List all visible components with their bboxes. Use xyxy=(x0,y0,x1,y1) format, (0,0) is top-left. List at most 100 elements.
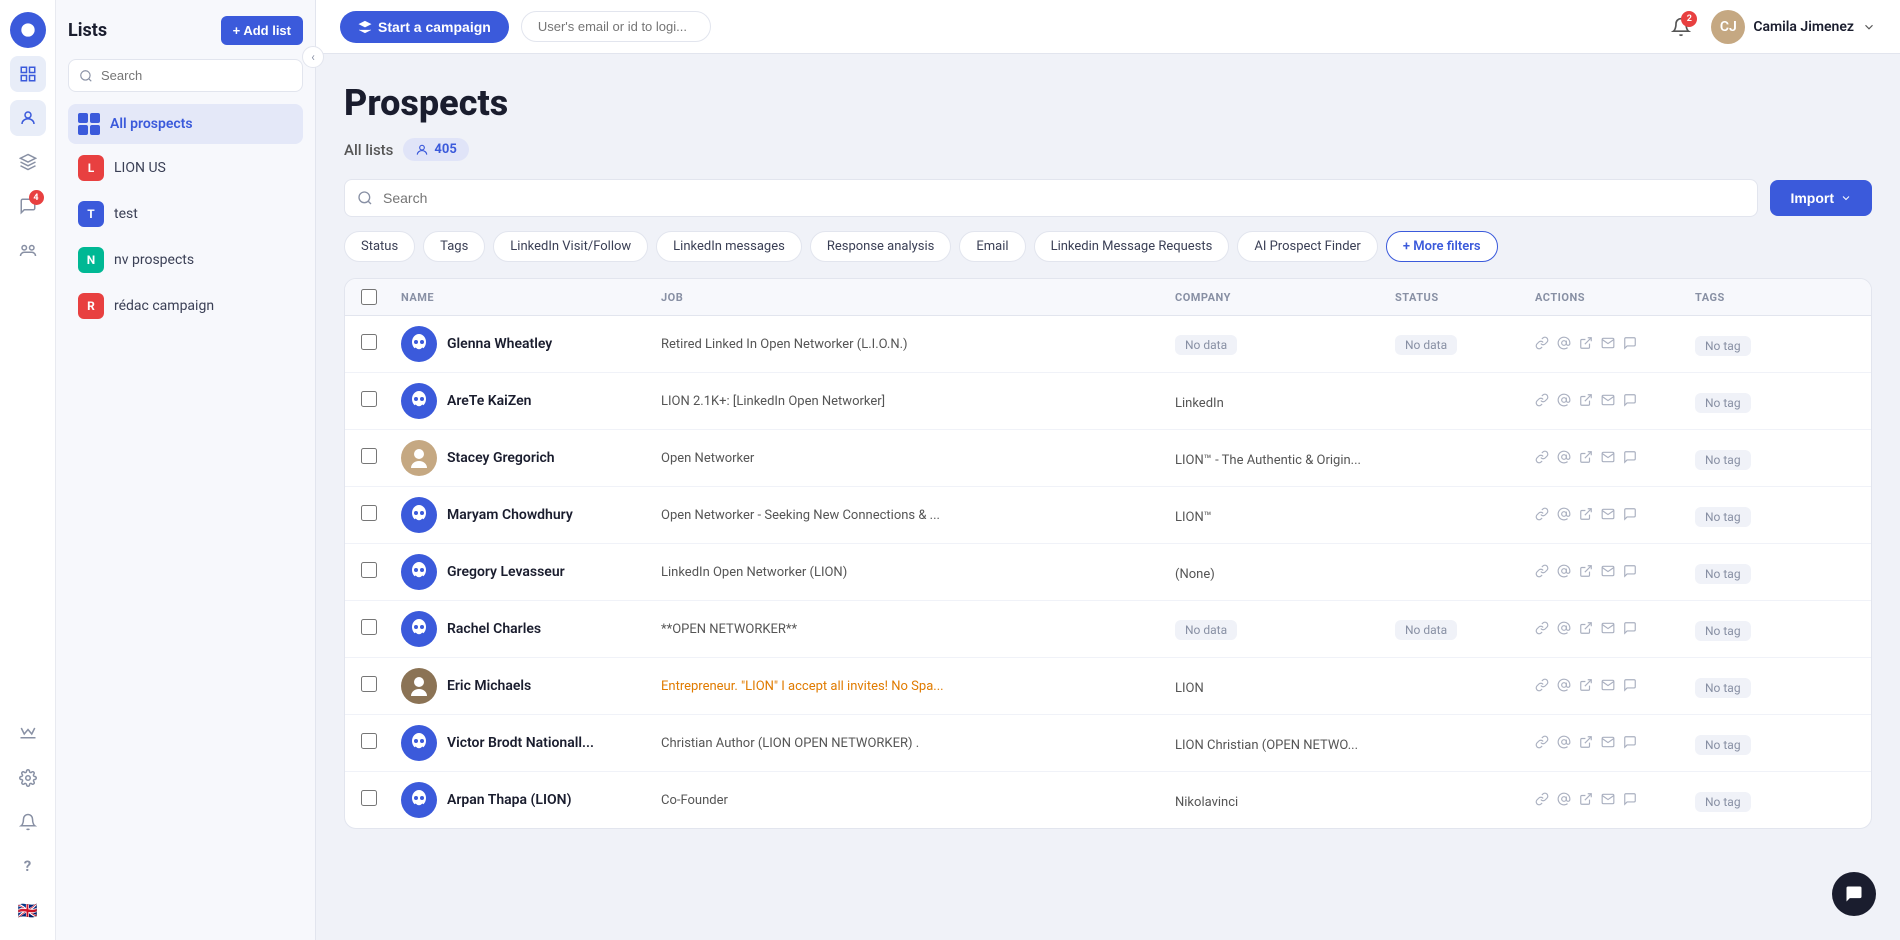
more-filters-button[interactable]: + More filters xyxy=(1386,231,1498,262)
visit-icon[interactable] xyxy=(1579,392,1593,411)
email-icon[interactable] xyxy=(1557,449,1571,468)
visit-icon[interactable] xyxy=(1579,791,1593,810)
sidebar-item-lion-us[interactable]: L LION US xyxy=(68,146,303,190)
row-checkbox[interactable] xyxy=(361,391,377,407)
visit-icon[interactable] xyxy=(1579,563,1593,582)
chat-icon[interactable] xyxy=(1623,506,1637,525)
filter-linkedin-messages[interactable]: LinkedIn messages xyxy=(656,231,802,262)
visit-icon[interactable] xyxy=(1579,734,1593,753)
nav-help[interactable]: ? xyxy=(10,848,46,884)
row-checkbox[interactable] xyxy=(361,790,377,806)
nav-language[interactable]: 🇬🇧 xyxy=(10,892,46,928)
filter-linkedin-visit[interactable]: LinkedIn Visit/Follow xyxy=(493,231,648,262)
link-icon[interactable] xyxy=(1535,677,1549,696)
prospect-avatar xyxy=(401,611,437,647)
message-icon[interactable] xyxy=(1601,449,1615,468)
notifications-button[interactable]: 2 xyxy=(1665,11,1697,43)
link-icon[interactable] xyxy=(1535,392,1549,411)
no-tag-badge[interactable]: No tag xyxy=(1695,393,1751,413)
visit-icon[interactable] xyxy=(1579,677,1593,696)
chat-icon[interactable] xyxy=(1623,335,1637,354)
visit-icon[interactable] xyxy=(1579,620,1593,639)
email-icon[interactable] xyxy=(1557,506,1571,525)
link-icon[interactable] xyxy=(1535,791,1549,810)
message-icon[interactable] xyxy=(1601,620,1615,639)
chat-icon[interactable] xyxy=(1623,449,1637,468)
chat-icon[interactable] xyxy=(1623,734,1637,753)
message-icon[interactable] xyxy=(1601,791,1615,810)
filter-tags[interactable]: Tags xyxy=(423,231,485,262)
nav-notifications[interactable] xyxy=(10,804,46,840)
link-icon[interactable] xyxy=(1535,734,1549,753)
message-icon[interactable] xyxy=(1601,392,1615,411)
no-tag-badge[interactable]: No tag xyxy=(1695,735,1751,755)
email-icon[interactable] xyxy=(1557,620,1571,639)
message-icon[interactable] xyxy=(1601,335,1615,354)
filter-email[interactable]: Email xyxy=(959,231,1025,262)
nav-campaigns[interactable] xyxy=(10,144,46,180)
no-tag-badge[interactable]: No tag xyxy=(1695,621,1751,641)
email-icon[interactable] xyxy=(1557,563,1571,582)
nav-teams[interactable] xyxy=(10,232,46,268)
nav-prospects[interactable] xyxy=(10,100,46,136)
email-icon[interactable] xyxy=(1557,677,1571,696)
row-checkbox[interactable] xyxy=(361,334,377,350)
nav-settings[interactable] xyxy=(10,760,46,796)
start-campaign-button[interactable]: Start a campaign xyxy=(340,11,509,43)
chat-icon[interactable] xyxy=(1623,392,1637,411)
visit-icon[interactable] xyxy=(1579,335,1593,354)
email-icon[interactable] xyxy=(1557,392,1571,411)
sidebar-item-redac[interactable]: R rédac campaign xyxy=(68,284,303,328)
row-checkbox[interactable] xyxy=(361,505,377,521)
import-button[interactable]: Import xyxy=(1770,180,1872,216)
add-list-button[interactable]: + Add list xyxy=(221,16,303,45)
row-checkbox[interactable] xyxy=(361,733,377,749)
no-tag-badge[interactable]: No tag xyxy=(1695,678,1751,698)
nav-home[interactable] xyxy=(10,56,46,92)
main-search-input[interactable] xyxy=(344,179,1758,217)
row-checkbox[interactable] xyxy=(361,448,377,464)
sidebar-collapse-button[interactable]: ‹ xyxy=(302,46,324,68)
filter-response-analysis[interactable]: Response analysis xyxy=(810,231,952,262)
chat-support-button[interactable] xyxy=(1832,872,1876,916)
no-tag-badge[interactable]: No tag xyxy=(1695,336,1751,356)
link-icon[interactable] xyxy=(1535,449,1549,468)
link-icon[interactable] xyxy=(1535,335,1549,354)
filter-ai-prospect-finder[interactable]: AI Prospect Finder xyxy=(1237,231,1377,262)
message-icon[interactable] xyxy=(1601,734,1615,753)
no-tag-badge[interactable]: No tag xyxy=(1695,792,1751,812)
visit-icon[interactable] xyxy=(1579,506,1593,525)
chat-icon[interactable] xyxy=(1623,791,1637,810)
nav-messages[interactable]: 4 xyxy=(10,188,46,224)
no-tag-badge[interactable]: No tag xyxy=(1695,507,1751,527)
user-menu[interactable]: CJ Camila Jimenez xyxy=(1711,10,1876,44)
email-icon[interactable] xyxy=(1557,335,1571,354)
user-login-input[interactable] xyxy=(521,11,711,42)
no-tag-badge[interactable]: No tag xyxy=(1695,450,1751,470)
row-checkbox[interactable] xyxy=(361,676,377,692)
chat-icon[interactable] xyxy=(1623,563,1637,582)
chat-icon[interactable] xyxy=(1623,620,1637,639)
visit-icon[interactable] xyxy=(1579,449,1593,468)
message-icon[interactable] xyxy=(1601,563,1615,582)
link-icon[interactable] xyxy=(1535,620,1549,639)
sidebar-item-test[interactable]: T test xyxy=(68,192,303,236)
select-all-checkbox[interactable] xyxy=(361,289,377,305)
sidebar-search-input[interactable] xyxy=(68,59,303,92)
row-checkbox[interactable] xyxy=(361,619,377,635)
filter-status[interactable]: Status xyxy=(344,231,415,262)
message-icon[interactable] xyxy=(1601,677,1615,696)
sidebar-item-nv-prospects[interactable]: N nv prospects xyxy=(68,238,303,282)
no-tag-badge[interactable]: No tag xyxy=(1695,564,1751,584)
message-icon[interactable] xyxy=(1601,506,1615,525)
link-icon[interactable] xyxy=(1535,506,1549,525)
link-icon[interactable] xyxy=(1535,563,1549,582)
email-icon[interactable] xyxy=(1557,734,1571,753)
sidebar-item-all-prospects[interactable]: All prospects xyxy=(68,104,303,144)
chat-icon[interactable] xyxy=(1623,677,1637,696)
nav-crown[interactable] xyxy=(10,716,46,752)
sidebar-item-label-lion-us: LION US xyxy=(114,160,166,176)
filter-linkedin-requests[interactable]: Linkedin Message Requests xyxy=(1034,231,1230,262)
row-checkbox[interactable] xyxy=(361,562,377,578)
email-icon[interactable] xyxy=(1557,791,1571,810)
